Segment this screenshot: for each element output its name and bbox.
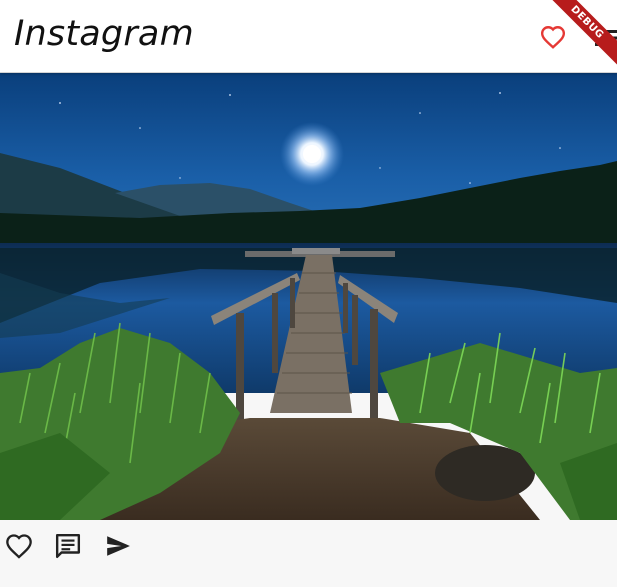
debug-banner: DEBUG xyxy=(547,0,617,70)
send-icon[interactable] xyxy=(104,533,132,559)
post-actions-bar xyxy=(0,520,617,587)
debug-label: DEBUG xyxy=(547,0,617,70)
comment-icon[interactable] xyxy=(54,533,82,559)
post-image xyxy=(0,73,617,520)
app-title: Instagram xyxy=(14,14,194,54)
app-bar: Instagram xyxy=(0,0,617,73)
like-icon[interactable] xyxy=(5,533,33,559)
